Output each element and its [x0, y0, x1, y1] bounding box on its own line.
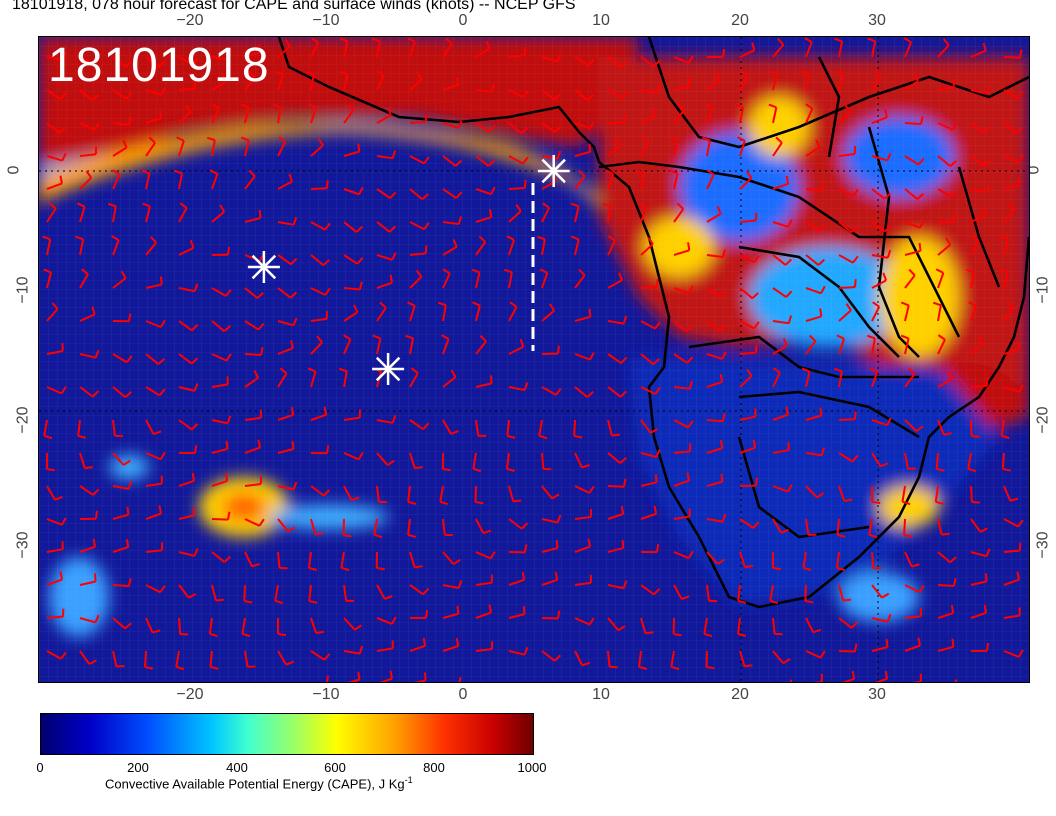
lon-tick-bottom: 10: [592, 686, 610, 703]
lat-tick-right: −20: [1034, 406, 1052, 434]
lon-tick-top: −10: [312, 12, 340, 29]
lon-tick-top: 20: [731, 12, 749, 29]
lat-tick-left: 0: [5, 165, 23, 175]
lon-tick-top: 30: [868, 12, 886, 29]
map-title: 18101918, 078 hour forecast for CAPE and…: [12, 0, 576, 13]
datestamp-overlay: 18101918: [48, 39, 270, 92]
colorbar-label: 200: [127, 760, 149, 775]
asterisk-marker-icon: [372, 353, 405, 385]
cape-map-canvas: [39, 37, 1029, 682]
lon-tick-bottom: −20: [176, 686, 204, 703]
cape-map: [38, 36, 1030, 683]
lon-tick-bottom: 30: [868, 686, 886, 703]
colorbar-label: 400: [226, 760, 248, 775]
lat-tick-left: −30: [14, 531, 32, 559]
colorbar-label: 0: [36, 760, 44, 775]
lat-tick-left: −20: [14, 406, 32, 434]
lat-tick-right: −30: [1034, 531, 1052, 559]
cape-colorbar: [40, 713, 534, 755]
colorbar-label: 1000: [517, 760, 547, 775]
asterisk-marker-icon: [537, 155, 570, 187]
lon-tick-top: −20: [176, 12, 204, 29]
asterisk-marker-icon: [247, 251, 280, 283]
colorbar-title-text: Convective Available Potential Energy (C…: [105, 776, 405, 792]
colorbar-label: 600: [324, 760, 346, 775]
lat-tick-right: −10: [1034, 276, 1052, 304]
colorbar-label: 800: [423, 760, 445, 775]
lon-tick-bottom: 0: [458, 686, 468, 703]
colorbar-title: Convective Available Potential Energy (C…: [105, 775, 413, 791]
lon-tick-bottom: −10: [312, 686, 340, 703]
lon-tick-top: 0: [458, 12, 468, 29]
colorbar-title-exponent: -1: [404, 775, 413, 785]
lat-tick-left: −10: [14, 276, 32, 304]
lon-tick-bottom: 20: [731, 686, 749, 703]
lon-tick-top: 10: [592, 12, 610, 29]
